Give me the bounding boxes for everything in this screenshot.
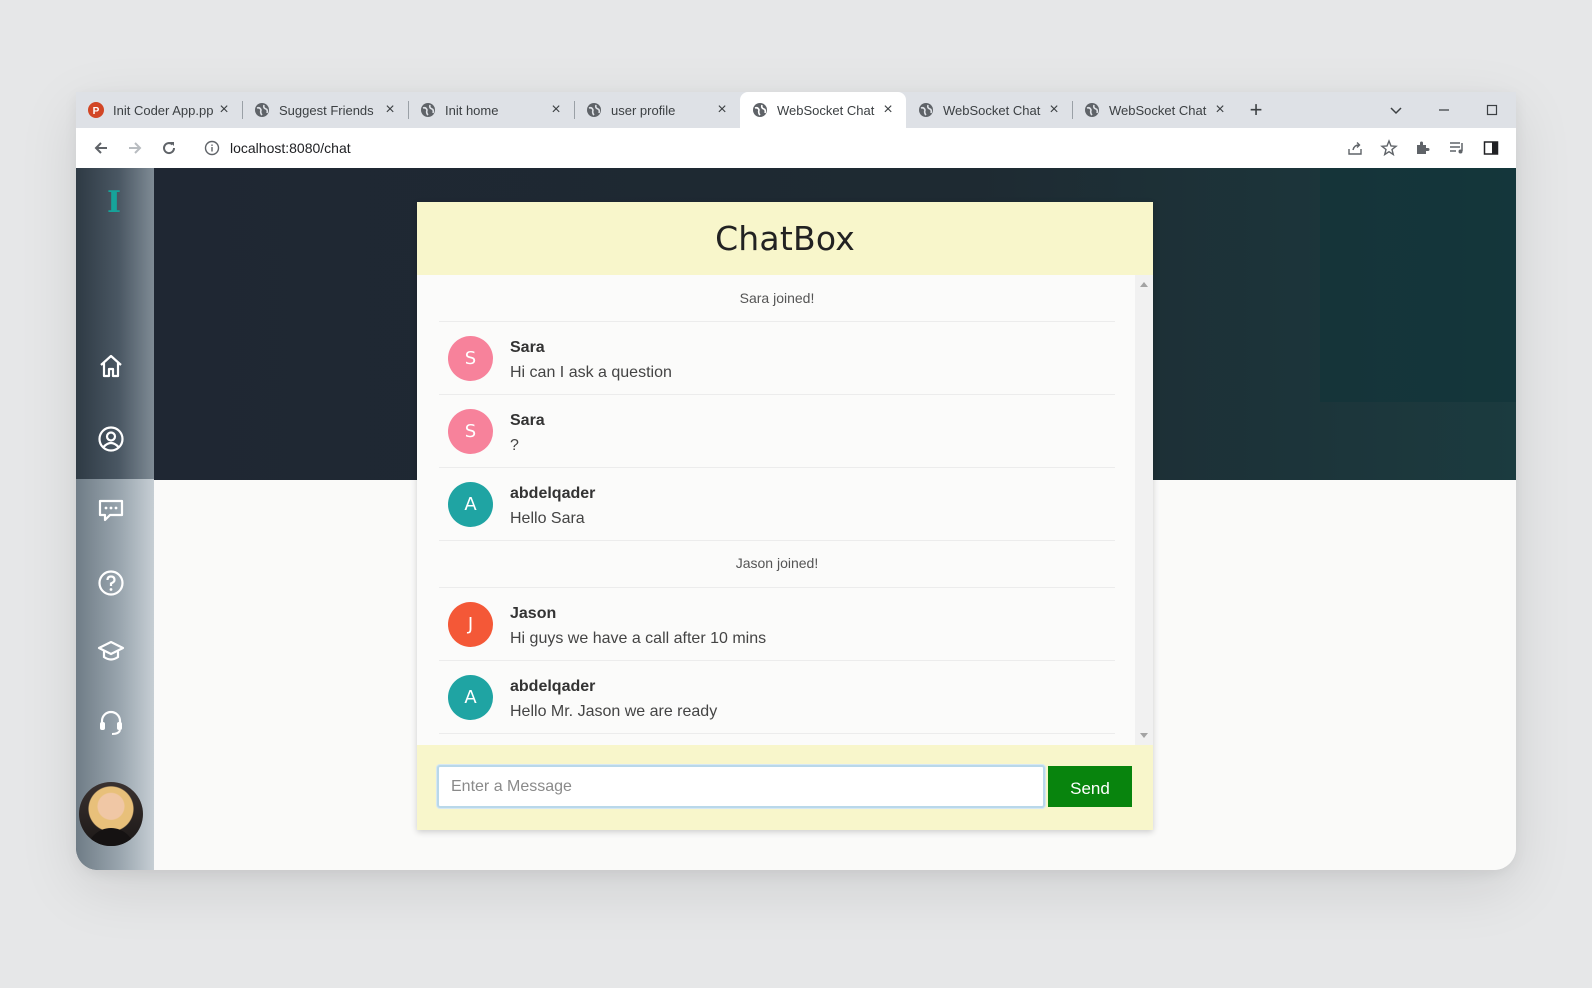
join-event: Sara joined! <box>739 290 815 306</box>
sender-name: Sara <box>510 339 545 356</box>
globe-icon <box>752 102 768 118</box>
join-event: Jason joined! <box>735 555 819 571</box>
maximize-icon[interactable] <box>1468 92 1516 128</box>
avatar: S <box>448 336 493 381</box>
message-text: Hello Sara <box>510 510 585 527</box>
tab-title: Init home <box>445 102 499 118</box>
scroll-down-arrow-icon[interactable] <box>1140 733 1148 738</box>
chat-icon[interactable] <box>96 495 126 525</box>
message-item: S Sara ? <box>439 395 1115 468</box>
powerpoint-icon: P <box>88 102 104 118</box>
tab-search-icon[interactable] <box>1372 92 1420 128</box>
tab-user-profile[interactable]: user profile × <box>574 92 740 128</box>
message-item: A abdelqader Hello Mr. Jason we are read… <box>439 661 1115 734</box>
close-icon[interactable]: × <box>1046 102 1062 118</box>
chat-title: ChatBox <box>715 219 855 258</box>
message-composer: Send <box>417 745 1153 830</box>
browser-toolbar: localhost:8080/chat <box>76 128 1516 168</box>
tab-websocket-chat[interactable]: WebSocket Chat × <box>906 92 1072 128</box>
forward-icon[interactable] <box>118 131 152 165</box>
message-text: Hi guys we have a call after 10 mins <box>510 630 767 647</box>
extensions-icon[interactable] <box>1406 131 1440 165</box>
message-text: Hi can I ask a question <box>510 364 672 381</box>
message-input[interactable] <box>437 765 1045 808</box>
globe-icon <box>1084 102 1100 118</box>
message-text: ? <box>510 437 519 454</box>
minimize-icon[interactable] <box>1420 92 1468 128</box>
support-icon[interactable] <box>96 707 126 737</box>
share-icon[interactable] <box>1338 131 1372 165</box>
browser-window: P Init Coder App.pp × Suggest Friends × … <box>76 92 1516 870</box>
sender-name: Jason <box>510 605 557 622</box>
tab-title: WebSocket Chat <box>777 102 875 118</box>
globe-icon <box>254 102 270 118</box>
message-list[interactable]: Sara joined! S Sara Hi can I ask a quest… <box>417 275 1135 745</box>
tab-init-home[interactable]: Init home × <box>408 92 574 128</box>
close-icon[interactable]: × <box>548 102 564 118</box>
tab-title: Init Coder App.pp <box>113 102 214 118</box>
tab-init-coder-app[interactable]: P Init Coder App.pp × <box>76 92 242 128</box>
globe-icon <box>586 102 602 118</box>
avatar-shoulders <box>87 828 135 846</box>
message-item: J Jason Hi guys we have a call after 10 … <box>439 588 1115 661</box>
home-icon[interactable] <box>96 351 126 381</box>
avatar: J <box>448 602 493 647</box>
message-text: Hello Mr. Jason we are ready <box>510 703 718 720</box>
sender-name: Sara <box>510 412 545 429</box>
sender-name: abdelqader <box>510 485 596 502</box>
url-text: localhost:8080/chat <box>230 140 351 156</box>
back-icon[interactable] <box>84 131 118 165</box>
close-icon[interactable]: × <box>382 102 398 118</box>
chat-header: ChatBox <box>417 202 1153 275</box>
address-bar[interactable]: localhost:8080/chat <box>192 132 1338 164</box>
tab-title: WebSocket Chat <box>943 102 1041 118</box>
message-item: A abdelqader Hello Sara <box>439 468 1115 541</box>
chat-box: ChatBox Sara joined! S Sara Hi can I ask… <box>417 202 1153 830</box>
banner-overlay <box>1320 168 1516 402</box>
close-icon[interactable]: × <box>1212 102 1228 118</box>
close-icon[interactable]: × <box>714 102 730 118</box>
user-avatar[interactable] <box>79 782 143 846</box>
side-panel-icon[interactable] <box>1474 131 1508 165</box>
courses-icon[interactable] <box>96 636 126 666</box>
help-icon[interactable] <box>96 568 126 598</box>
message-scrollbar[interactable] <box>1135 275 1153 745</box>
message-item: S Sara Hi can I ask a question <box>439 322 1115 395</box>
send-button[interactable]: Send <box>1048 766 1132 807</box>
scroll-up-arrow-icon[interactable] <box>1140 282 1148 287</box>
globe-icon <box>918 102 934 118</box>
avatar: S <box>448 409 493 454</box>
tab-title: WebSocket Chat <box>1109 102 1207 118</box>
tab-strip: P Init Coder App.pp × Suggest Friends × … <box>76 92 1516 128</box>
close-icon[interactable]: × <box>216 102 232 118</box>
bookmark-star-icon[interactable] <box>1372 131 1406 165</box>
avatar: A <box>448 675 493 720</box>
sender-name: abdelqader <box>510 678 596 695</box>
info-icon[interactable] <box>204 140 220 156</box>
tab-title: user profile <box>611 102 676 118</box>
avatar: A <box>448 482 493 527</box>
reload-icon[interactable] <box>152 131 186 165</box>
app-logo[interactable]: I <box>101 188 127 218</box>
tab-title: Suggest Friends <box>279 102 374 118</box>
svg-text:P: P <box>93 106 100 117</box>
profile-icon[interactable] <box>96 424 126 454</box>
tab-suggest-friends[interactable]: Suggest Friends × <box>242 92 408 128</box>
sidebar: I <box>76 168 154 870</box>
new-tab-button[interactable]: + <box>1238 92 1274 128</box>
tab-websocket-chat[interactable]: WebSocket Chat × <box>1072 92 1238 128</box>
close-icon[interactable]: × <box>880 102 896 118</box>
page-content: I ChatBox Sara joined! S Sara Hi can I a… <box>76 168 1516 870</box>
tab-websocket-chat-active[interactable]: WebSocket Chat × <box>740 92 906 128</box>
media-controls-icon[interactable] <box>1440 131 1474 165</box>
globe-icon <box>420 102 436 118</box>
